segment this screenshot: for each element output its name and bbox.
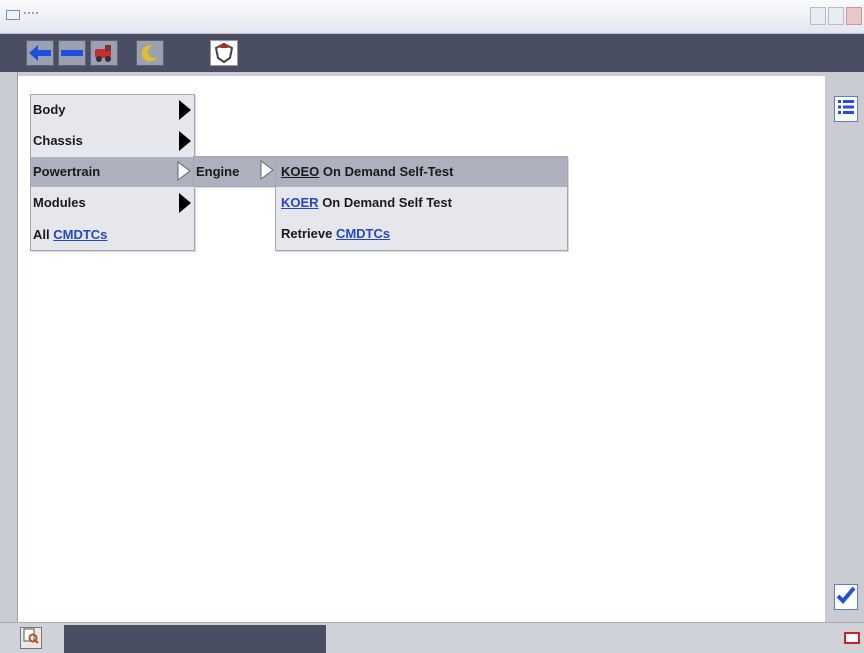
search-document-button[interactable] [20,627,42,649]
window-title-placeholder [24,12,38,18]
minimize-button[interactable] [810,7,826,25]
menu-item-engine[interactable]: Engine [194,157,275,186]
submenu-arrow-icon [179,131,191,151]
list-icon [837,98,855,121]
minus-button[interactable] [58,40,86,66]
menu-item-powertrain[interactable]: Powertrain [31,157,194,187]
menu-item-body[interactable]: Body [31,95,194,125]
main-menu: Body Chassis Powertrain Modules All CMDT… [30,94,195,251]
minus-icon [61,49,83,57]
submenu-arrow-icon [260,160,274,190]
powertrain-submenu: Engine [193,156,276,187]
right-sidebar [826,76,864,622]
menu-item-chassis[interactable]: Chassis [31,126,194,156]
all-prefix: All [33,227,50,242]
menu-item-modules[interactable]: Modules [31,188,194,218]
menu-item-label: Modules [33,195,86,210]
menu-item-label: Engine [196,164,240,179]
menu-item-label: Powertrain [33,164,101,179]
left-frame [0,72,18,622]
back-arrow-icon [29,45,51,61]
status-panel [64,625,326,653]
maximize-button[interactable] [828,7,844,25]
connection-indicator-icon [844,632,860,644]
moon-icon [141,44,159,62]
title-bar [0,0,864,34]
koeo-abbr: KOEO [281,164,320,179]
submenu-arrow-icon [179,193,191,213]
vehicle-tool-icon [93,43,115,63]
menu-item-koeo-self-test[interactable]: KOEO On Demand Self-Test [276,157,567,187]
shield-icon [213,42,235,64]
window-icon [6,10,20,20]
window-controls [810,7,862,25]
koer-link[interactable]: KOER [281,195,319,210]
security-button[interactable] [210,40,238,66]
cmdtcs-link[interactable]: CMDTCs [53,227,107,242]
koer-label: On Demand Self Test [322,195,452,210]
menu-item-label: Body [33,102,66,117]
menu-item-label: Chassis [33,133,83,148]
koeo-label: On Demand Self-Test [322,164,454,179]
menu-item-retrieve-cmdtcs[interactable]: Retrieve CMDTCs [276,219,567,249]
checkmark-icon [836,586,856,609]
status-bar [0,622,864,653]
menu-item-all-cmdtcs[interactable]: All CMDTCs [31,220,194,250]
back-button[interactable] [26,40,54,66]
retrieve-prefix: Retrieve [281,226,333,241]
magnifier-icon [23,628,39,649]
close-button[interactable] [846,7,862,25]
menu-item-koer-self-test[interactable]: KOER On Demand Self Test [276,188,567,218]
submenu-arrow-icon [179,100,191,120]
confirm-button[interactable] [834,584,858,610]
application-window: Body Chassis Powertrain Modules All CMDT… [0,0,864,653]
night-mode-button[interactable] [136,40,164,66]
engine-submenu: KOEO On Demand Self-Test KOER On Demand … [275,156,568,251]
vehicle-tool-button[interactable] [90,40,118,66]
toolbar [0,34,864,72]
cmdtcs-link[interactable]: CMDTCs [336,226,390,241]
list-button[interactable] [834,96,858,122]
